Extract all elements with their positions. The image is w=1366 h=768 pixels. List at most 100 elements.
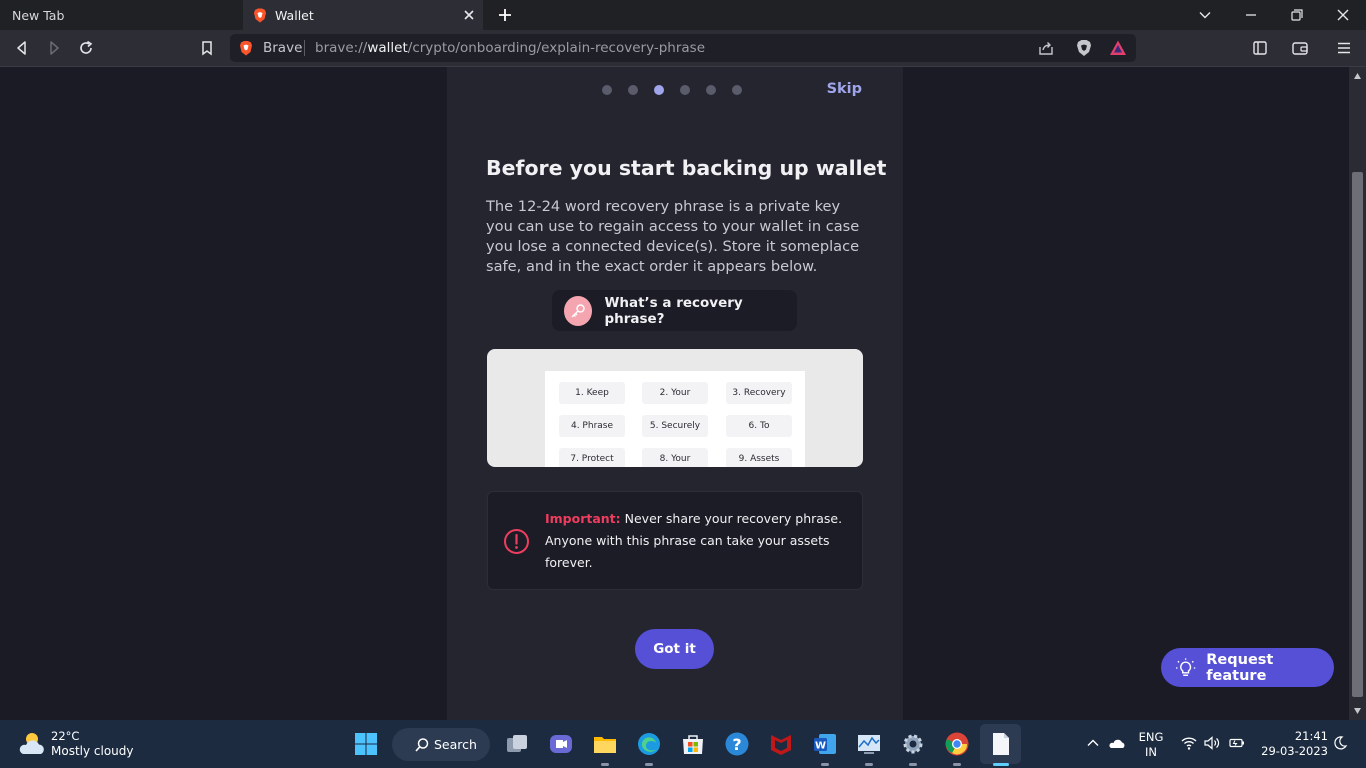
- got-it-button[interactable]: Got it: [635, 629, 714, 669]
- phrase-word: 8. Your: [642, 448, 708, 467]
- language-code: ENG: [1138, 730, 1164, 744]
- tab-new-tab[interactable]: New Tab: [0, 0, 243, 30]
- tab-label: Wallet: [275, 7, 314, 23]
- clock-date: 29-03-2023: [1261, 744, 1328, 758]
- performance-monitor-icon[interactable]: [856, 731, 882, 757]
- file-explorer-icon[interactable]: [592, 731, 618, 757]
- request-feature-label: Request feature: [1206, 651, 1274, 684]
- recovery-phrase-preview: 1. Keep 2. Your 3. Recovery 4. Phrase 5.…: [487, 349, 863, 467]
- tab-search-chevron-icon[interactable]: [1196, 6, 1214, 24]
- phrase-word: 3. Recovery: [726, 382, 792, 404]
- settings-gear-icon[interactable]: [900, 731, 926, 757]
- keyboard-region: IN: [1145, 745, 1157, 759]
- page-description: The 12-24 word recovery phrase is a priv…: [486, 198, 860, 275]
- scroll-down-arrow-icon[interactable]: [1353, 707, 1362, 715]
- microsoft-store-icon[interactable]: [680, 731, 706, 757]
- notifications-moon-icon[interactable]: [1331, 734, 1349, 752]
- phrase-word: 7. Protect: [559, 448, 625, 467]
- phrase-word: 2. Your: [642, 382, 708, 404]
- lightbulb-icon: [1175, 657, 1196, 676]
- menu-icon[interactable]: [1335, 39, 1353, 57]
- bookmark-icon[interactable]: [198, 39, 216, 57]
- wallet-icon[interactable]: [1291, 39, 1309, 57]
- word-icon[interactable]: W: [812, 731, 838, 757]
- url-host: wallet: [367, 40, 408, 56]
- weather-condition: Mostly cloudy: [51, 744, 134, 758]
- mcafee-icon[interactable]: [768, 731, 794, 757]
- omnibox-separator: [304, 40, 305, 56]
- brave-lion-icon: [240, 41, 252, 56]
- window-close-icon[interactable]: [1334, 6, 1352, 24]
- phrase-word: 5. Securely: [642, 415, 708, 437]
- minimize-icon[interactable]: [1242, 6, 1260, 24]
- search-icon: [415, 737, 429, 752]
- weather-widget[interactable]: 22°C Mostly cloudy: [17, 729, 134, 759]
- phrase-word: 9. Assets: [726, 448, 792, 467]
- new-tab-plus-icon[interactable]: [496, 6, 514, 24]
- url-scheme: brave://: [315, 40, 368, 56]
- step-dot: [732, 85, 742, 95]
- phrase-word: 6. To: [726, 415, 792, 437]
- reload-icon[interactable]: [77, 39, 95, 57]
- share-icon[interactable]: [1037, 39, 1055, 57]
- back-icon[interactable]: [13, 39, 31, 57]
- chrome-icon[interactable]: [944, 731, 970, 757]
- tab-label: New Tab: [12, 7, 65, 23]
- alert-icon: [504, 529, 529, 554]
- tab-strip: New Tab Wallet: [0, 0, 1366, 30]
- tab-wallet[interactable]: Wallet: [243, 0, 483, 30]
- close-tab-icon[interactable]: [461, 7, 477, 23]
- edge-browser-icon[interactable]: [636, 731, 662, 757]
- site-identity-label: Brave: [263, 40, 303, 56]
- wallet-onboarding-page: Skip Before you start backing up wallet …: [0, 67, 1349, 720]
- forward-icon[interactable]: [45, 39, 63, 57]
- scroll-up-arrow-icon[interactable]: [1353, 72, 1362, 80]
- phrase-word: 1. Keep: [559, 382, 625, 404]
- warning-text: Important: Never share your recovery phr…: [545, 508, 845, 574]
- warning-box: Important: Never share your recovery phr…: [487, 491, 863, 590]
- skip-button[interactable]: Skip: [827, 81, 862, 97]
- brave-rewards-icon[interactable]: [1109, 39, 1127, 57]
- running-indicator: [645, 763, 653, 766]
- running-indicator: [865, 763, 873, 766]
- warning-label: Important:: [545, 511, 621, 526]
- step-dot-active: [654, 85, 664, 95]
- windows-taskbar: 22°C Mostly cloudy Search ? W ENG IN 21:…: [0, 720, 1366, 768]
- get-help-icon[interactable]: ?: [724, 731, 750, 757]
- running-indicator: [601, 763, 609, 766]
- browser-toolbar: Brave brave://wallet/crypto/onboarding/e…: [0, 30, 1366, 67]
- sidebar-toggle-icon[interactable]: [1251, 39, 1269, 57]
- step-indicator: [602, 85, 742, 95]
- running-indicator: [821, 763, 829, 766]
- brave-lion-icon: [254, 8, 266, 22]
- running-indicator: [953, 763, 961, 766]
- svg-text:W: W: [815, 741, 826, 752]
- taskbar-search[interactable]: Search: [392, 728, 490, 761]
- volume-icon[interactable]: [1203, 734, 1221, 752]
- search-label: Search: [434, 737, 477, 752]
- phrase-sheet: 1. Keep 2. Your 3. Recovery 4. Phrase 5.…: [545, 371, 805, 467]
- document-icon[interactable]: [988, 731, 1014, 757]
- page-scrollbar[interactable]: [1349, 67, 1366, 720]
- running-indicator: [909, 763, 917, 766]
- show-hidden-icons-chevron-icon[interactable]: [1084, 734, 1102, 752]
- recovery-phrase-info-button[interactable]: What’s a recovery phrase?: [552, 290, 797, 331]
- step-dot: [706, 85, 716, 95]
- step-dot: [602, 85, 612, 95]
- restore-icon[interactable]: [1288, 6, 1306, 24]
- recovery-phrase-link-label: What’s a recovery phrase?: [604, 294, 743, 327]
- request-feature-button[interactable]: Request feature: [1161, 648, 1334, 687]
- task-view-icon[interactable]: [504, 731, 530, 757]
- page-title: Before you start backing up wallet: [486, 156, 887, 180]
- brave-shields-icon[interactable]: [1075, 39, 1093, 57]
- teams-chat-icon[interactable]: [548, 731, 574, 757]
- clock[interactable]: 21:41 29-03-2023: [1256, 729, 1328, 759]
- url-text[interactable]: brave://wallet/crypto/onboarding/explain…: [315, 40, 705, 56]
- scrollbar-thumb[interactable]: [1352, 172, 1363, 697]
- language-indicator[interactable]: ENG IN: [1136, 730, 1166, 760]
- onedrive-cloud-icon[interactable]: [1108, 734, 1126, 752]
- battery-icon[interactable]: [1228, 734, 1246, 752]
- windows-start-icon[interactable]: [353, 731, 379, 757]
- address-bar[interactable]: Brave brave://wallet/crypto/onboarding/e…: [230, 34, 1136, 62]
- wifi-icon[interactable]: [1180, 734, 1198, 752]
